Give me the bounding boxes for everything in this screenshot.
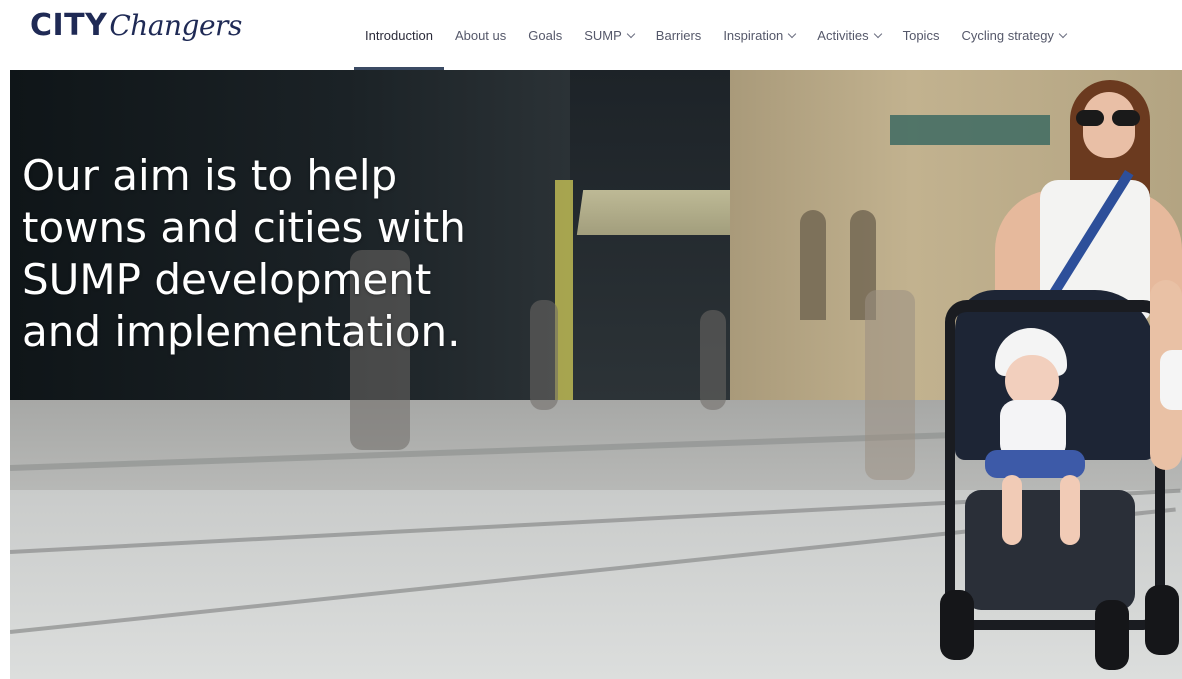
building-sign-band [890, 115, 1050, 145]
site-logo[interactable]: CITY Changers [30, 8, 242, 48]
chevron-down-icon [1058, 29, 1068, 38]
chevron-down-icon [626, 29, 636, 38]
nav-item-label: About us [454, 27, 507, 43]
hero-banner: Our aim is to help towns and cities with… [10, 70, 1182, 679]
baby-leg [1060, 475, 1080, 545]
stroller-wheel [1145, 585, 1179, 655]
main-nav: Introduction About us Goals SUMP Barrier… [354, 0, 1077, 70]
stroller-wheel [1095, 600, 1129, 670]
baby-leg [1002, 475, 1022, 545]
nav-item-label: Topics [902, 27, 940, 43]
nav-item-inspiration[interactable]: Inspiration [712, 0, 806, 70]
logo-city-text: CITY [30, 8, 108, 43]
chevron-down-icon [873, 29, 882, 38]
building-window [800, 210, 826, 320]
nav-item-label: Introduction [365, 27, 433, 43]
nav-item-sump[interactable]: SUMP [573, 0, 645, 70]
blurred-pedestrian [865, 290, 915, 480]
nav-item-label: Cycling strategy [961, 27, 1054, 43]
nav-item-label: Goals [528, 27, 563, 43]
nav-item-introduction[interactable]: Introduction [354, 0, 444, 70]
nav-item-topics[interactable]: Topics [892, 0, 951, 70]
sunglasses [1076, 110, 1140, 126]
site-header: CITY Changers Introduction About us Goal… [0, 0, 1182, 70]
hero-headline-line: and implementation. [22, 307, 461, 356]
chevron-down-icon [788, 29, 797, 38]
nav-item-about-us[interactable]: About us [444, 0, 517, 70]
nav-item-label: Barriers [655, 27, 702, 43]
blurred-pedestrian [700, 310, 726, 410]
hero-headline-line: SUMP development [22, 255, 432, 304]
nav-item-goals[interactable]: Goals [517, 0, 573, 70]
hero-headline-line: towns and cities with [22, 203, 466, 252]
hero-headline-line: Our aim is to help [22, 151, 398, 200]
nav-item-activities[interactable]: Activities [806, 0, 891, 70]
nav-item-cycling-strategy[interactable]: Cycling strategy [950, 0, 1076, 70]
stroller-wheel [940, 590, 974, 660]
hero-headline: Our aim is to help towns and cities with… [22, 150, 542, 358]
nav-item-label: Activities [817, 27, 869, 43]
nav-item-label: Inspiration [723, 27, 784, 43]
nav-item-label: SUMP [584, 27, 622, 43]
logo-changers-text: Changers [109, 9, 242, 42]
stroller-seat [965, 490, 1135, 610]
nav-item-barriers[interactable]: Barriers [645, 0, 713, 70]
baby-shorts [985, 450, 1085, 478]
child-shirt [1160, 350, 1182, 410]
